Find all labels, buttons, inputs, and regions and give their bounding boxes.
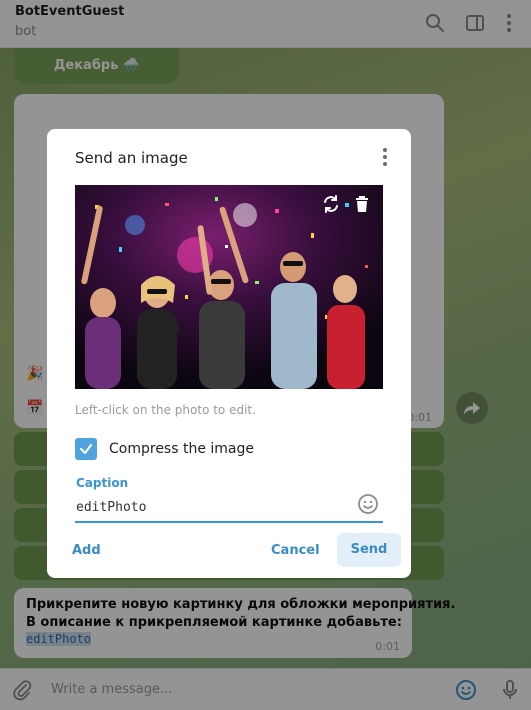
checkmark-icon [79, 443, 93, 455]
cancel-button[interactable]: Cancel [271, 543, 320, 558]
image-preview[interactable] [75, 185, 383, 389]
compress-checkbox[interactable] [75, 438, 97, 460]
dialog-title: Send an image [75, 149, 188, 167]
replace-photo-icon[interactable] [320, 193, 342, 215]
edit-hint: Left-click on the photo to edit. [75, 403, 256, 417]
emoji-icon[interactable] [357, 493, 379, 515]
send-button[interactable]: Send [337, 533, 401, 567]
trash-icon[interactable] [351, 193, 373, 215]
caption-label: Caption [76, 476, 129, 490]
caption-underline [75, 521, 383, 523]
add-button[interactable]: Add [72, 543, 101, 558]
more-options-icon[interactable] [377, 147, 393, 167]
photo-tools [320, 193, 373, 219]
compress-label[interactable]: Compress the image [109, 441, 254, 457]
send-image-dialog: Send an image Left-click on the photo to… [47, 129, 411, 578]
caption-input[interactable] [76, 495, 376, 519]
